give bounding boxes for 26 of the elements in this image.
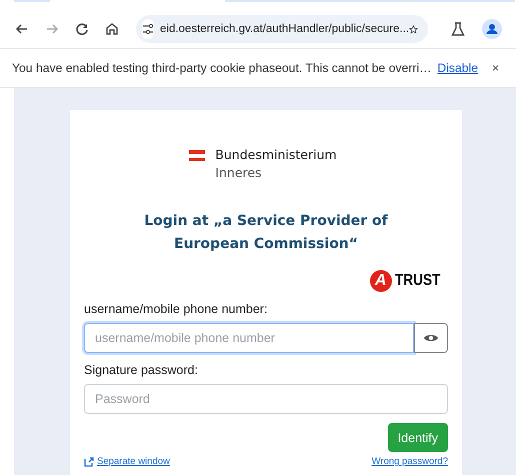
- flag-icon: [189, 150, 206, 161]
- home-icon[interactable]: [104, 21, 120, 37]
- trust-logo-badge: A: [370, 270, 392, 292]
- ministry-subtitle: Inneres: [215, 164, 263, 182]
- field-label: username/mobile phone number:: [84, 302, 268, 316]
- field-label: Signature password:: [84, 363, 199, 377]
- url-text: eid.oesterreich.gv.at/authHandler/public/secure...: [160, 23, 410, 35]
- trust-logo-text: TRUST: [394, 272, 440, 290]
- username-field[interactable]: username/mobile phone number: [84, 323, 414, 353]
- reload-icon[interactable]: [74, 21, 90, 37]
- profile-avatar-icon[interactable]: [482, 19, 502, 39]
- password-field[interactable]: Password: [84, 384, 448, 414]
- infobar-message: You have enabled testing third-party cookie phaseout. This cannot be overri…: [12, 61, 432, 75]
- show-password-button[interactable]: [414, 323, 448, 353]
- flask-icon[interactable]: [450, 21, 466, 37]
- separate-window-link[interactable]: Separate window: [84, 456, 170, 467]
- eye-icon: [423, 332, 439, 344]
- external-window-icon: [84, 456, 94, 466]
- login-heading: Login at „a Service Provider of European Commission“: [143, 212, 389, 254]
- site-settings-icon[interactable]: [142, 23, 154, 35]
- close-icon[interactable]: ×: [492, 61, 500, 75]
- identify-button[interactable]: Identify: [388, 423, 448, 452]
- disable-link[interactable]: Disable: [437, 61, 478, 75]
- address-bar[interactable]: eid.oesterreich.gv.at/authHandler/public/secure...: [136, 15, 428, 43]
- wrong-password-link[interactable]: Wrong password?: [372, 456, 448, 467]
- ministry-name: Bundesministerium: [215, 146, 337, 164]
